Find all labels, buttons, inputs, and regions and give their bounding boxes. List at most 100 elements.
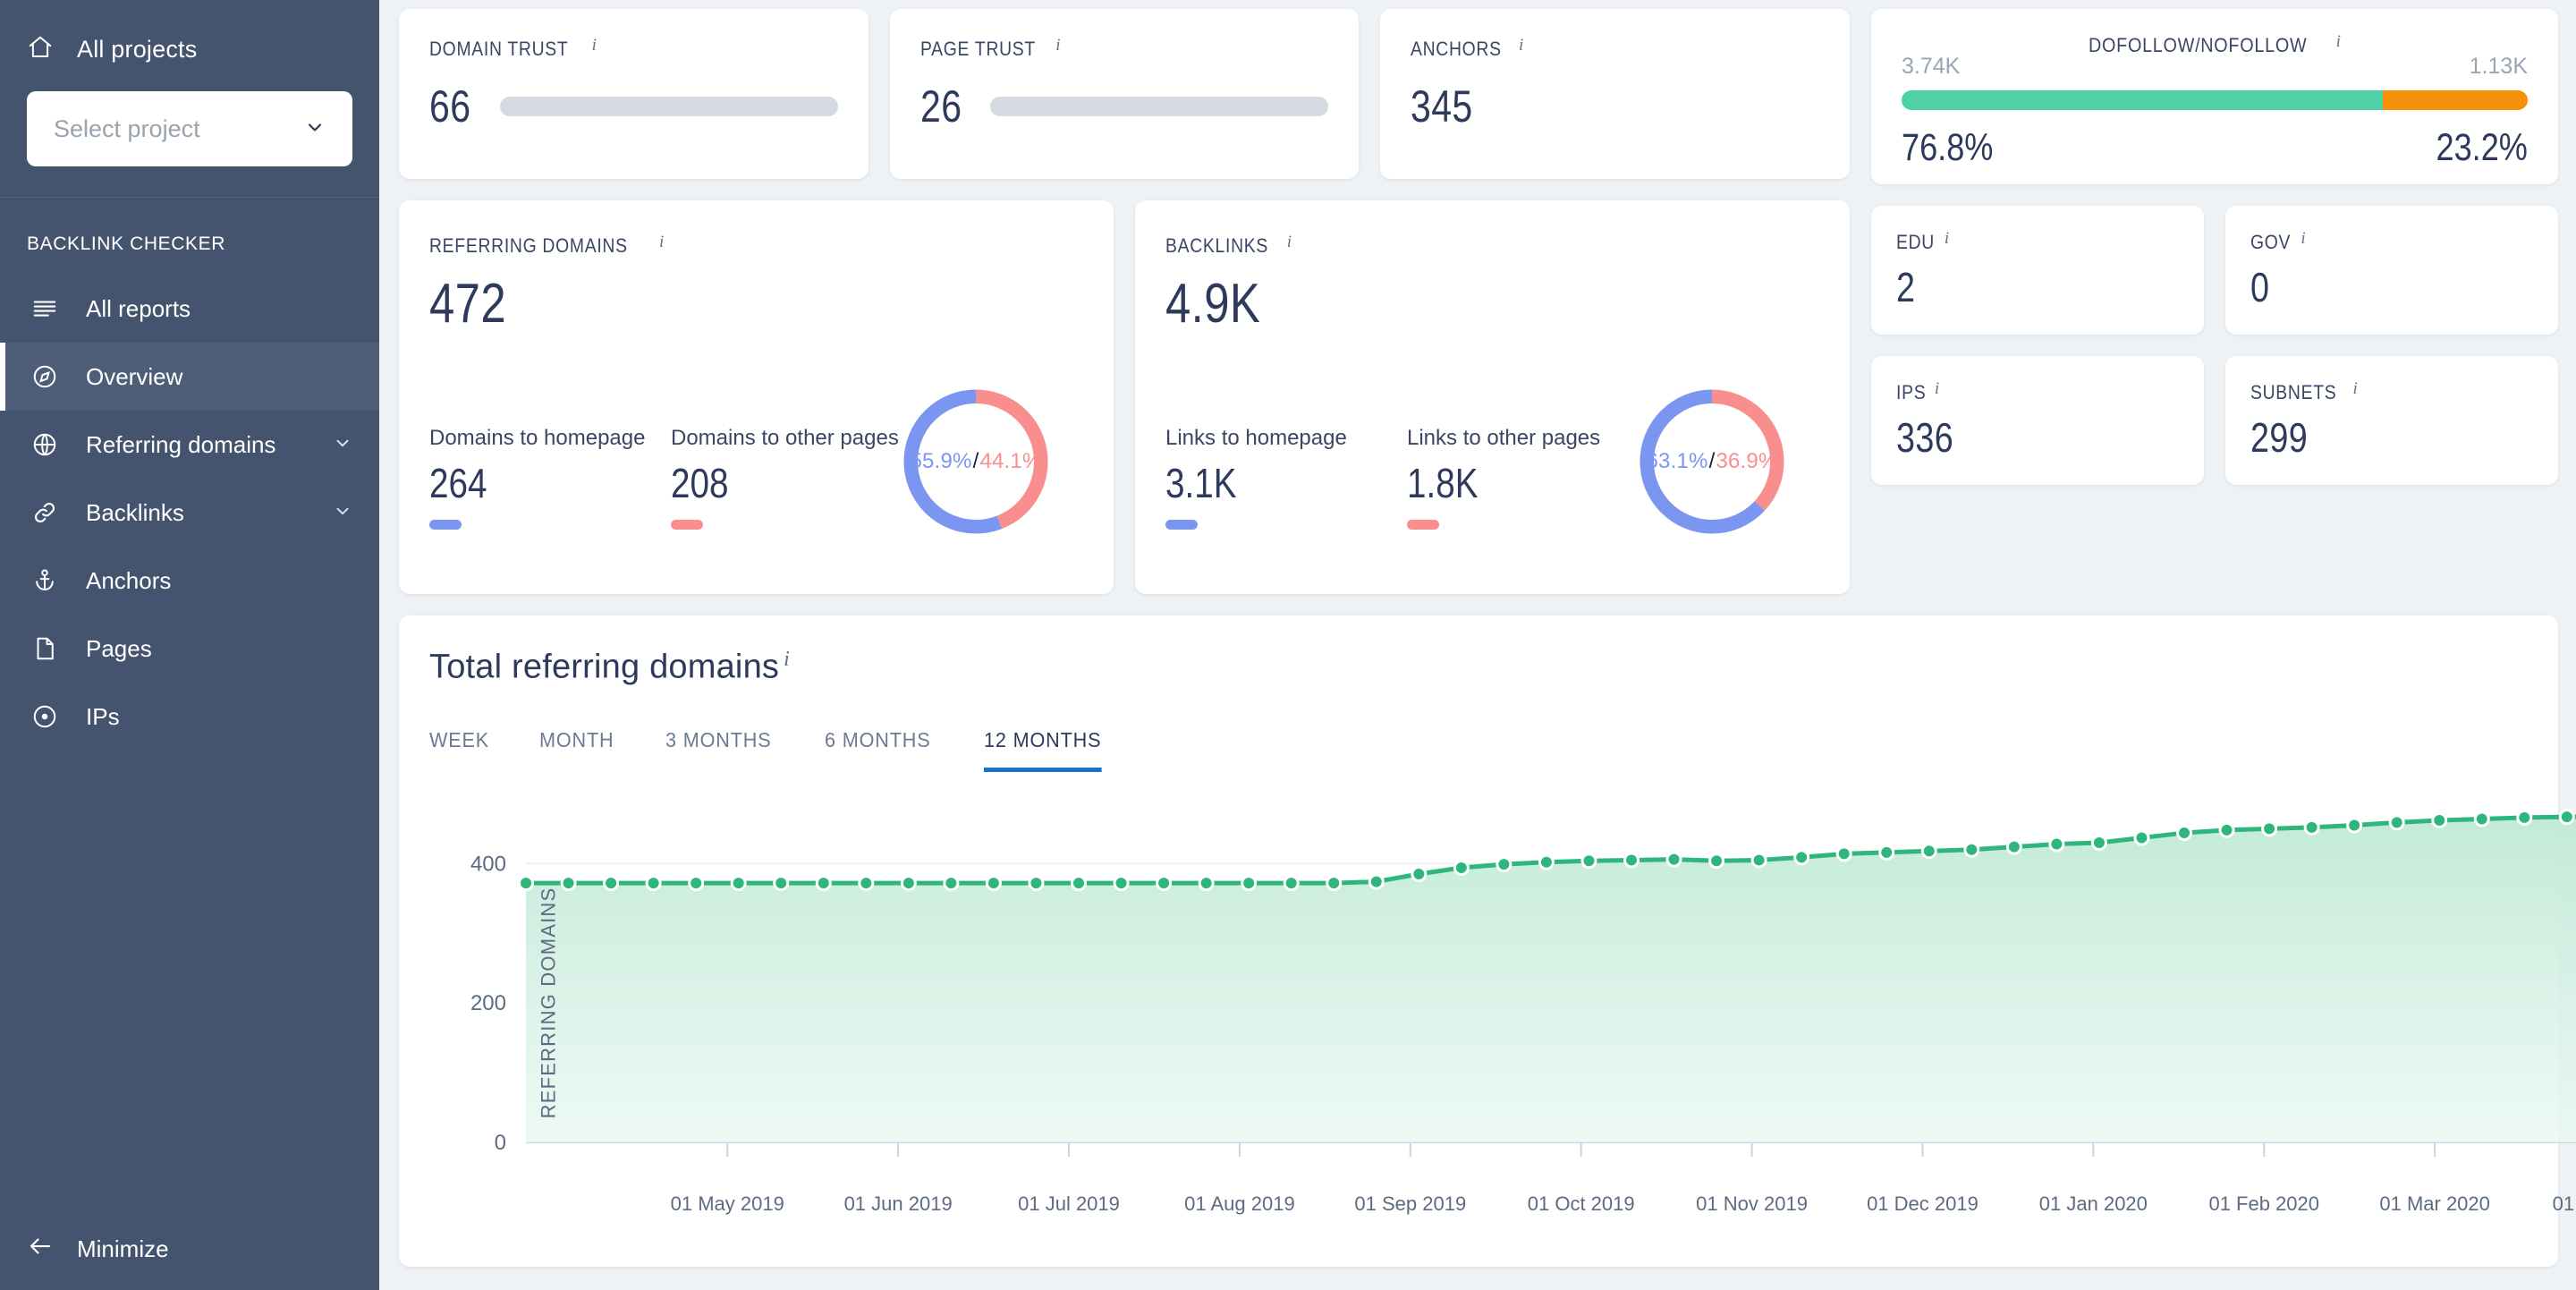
x-axis-tick: 01 Oct 2019 bbox=[1527, 1192, 1635, 1215]
legend-dash-secondary bbox=[1407, 520, 1439, 530]
links-to-other-pages-block: Links to other pages 1.8K bbox=[1407, 395, 1648, 530]
x-axis-tick: 01 Nov 2019 bbox=[1696, 1192, 1808, 1215]
backlinks-card: BACKLINKS i 4.9K Links to homepage 3.1K L… bbox=[1135, 200, 1850, 594]
tab-6-months[interactable]: 6 MONTHS bbox=[825, 728, 930, 772]
page-trust-label-wrap: PAGE TRUST i bbox=[920, 36, 1329, 61]
list-icon bbox=[27, 295, 63, 322]
anchor-icon bbox=[27, 567, 63, 594]
legend-dash-primary bbox=[429, 520, 462, 530]
anchors-label-wrap: ANCHORS i bbox=[1411, 36, 1819, 61]
x-axis-tick: 01 Jan 2020 bbox=[2038, 1192, 2148, 1215]
all-projects-link[interactable]: All projects bbox=[0, 0, 379, 82]
info-icon[interactable]: i bbox=[1519, 36, 1523, 55]
info-icon[interactable]: i bbox=[1935, 379, 1939, 398]
domains-to-other-pages-block: Domains to other pages 208 bbox=[671, 395, 912, 530]
dofollow-nofollow-card: DOFOLLOW/NOFOLLOW i 3.74K 1.13K 76.8% 23.… bbox=[1871, 9, 2558, 184]
card-label: GOV bbox=[2250, 231, 2292, 254]
sidebar-item-pages[interactable]: Pages bbox=[0, 615, 379, 683]
card-label: DOMAIN TRUST bbox=[429, 38, 569, 61]
tab-12-months[interactable]: 12 MONTHS bbox=[984, 728, 1102, 772]
domain-trust-bar-row: 66 bbox=[429, 81, 838, 132]
nofollow-count: 1.13K bbox=[2469, 54, 2528, 80]
info-icon[interactable]: i bbox=[659, 233, 664, 251]
links-to-homepage-label: Links to homepage bbox=[1165, 425, 1347, 450]
backlinks-donut: 63.1%/36.9% bbox=[1626, 376, 1798, 547]
project-select-wrapper: Select project bbox=[0, 82, 379, 197]
top-grid: DOMAIN TRUST i 66 PAGE TRUST i 26 ANCHOR… bbox=[399, 9, 2558, 594]
domains-to-homepage-label: Domains to homepage bbox=[429, 425, 646, 450]
sidebar-item-ips[interactable]: IPs bbox=[0, 683, 379, 751]
sidebar-item-label: Pages bbox=[86, 634, 152, 662]
card-label: REFERRING DOMAINS bbox=[429, 234, 628, 258]
x-axis-tick-labels: 01 May 2019 01 Jun 2019 01 Jul 2019 01 Aug … bbox=[526, 1192, 2576, 1228]
info-icon[interactable]: i bbox=[592, 36, 597, 55]
anchors-value: 345 bbox=[1411, 81, 1473, 132]
y-axis-tick: 200 bbox=[470, 991, 506, 1015]
y-axis-tick: 0 bbox=[495, 1131, 506, 1155]
card-label: BACKLINKS bbox=[1165, 234, 1269, 258]
info-icon[interactable]: i bbox=[784, 648, 790, 671]
dofollow-bar bbox=[1902, 90, 2528, 111]
minimize-button[interactable]: Minimize bbox=[0, 1208, 379, 1290]
sidebar-item-label: All reports bbox=[86, 294, 191, 322]
info-icon[interactable]: i bbox=[1945, 229, 1949, 248]
tab-month[interactable]: MONTH bbox=[539, 728, 614, 772]
info-icon[interactable]: i bbox=[1287, 233, 1292, 251]
sidebar-item-overview[interactable]: Overview bbox=[0, 343, 379, 411]
dofollow-percent: 76.8% bbox=[1902, 126, 1994, 170]
sidebar-item-backlinks[interactable]: Backlinks bbox=[0, 479, 379, 547]
subnets-card: SUBNETS i 299 bbox=[2225, 356, 2558, 485]
compass-icon bbox=[27, 363, 63, 390]
info-icon[interactable]: i bbox=[2353, 379, 2358, 398]
links-to-other-pages-label: Links to other pages bbox=[1407, 425, 1601, 450]
page-trust-bar-track bbox=[990, 97, 1329, 117]
referring-domains-label-wrap: REFERRING DOMAINS i bbox=[429, 233, 1083, 258]
sidebar-item-referring-domains[interactable]: Referring domains bbox=[0, 411, 379, 479]
sidebar-item-anchors[interactable]: Anchors bbox=[0, 547, 379, 615]
edu-card: EDU i 2 bbox=[1871, 206, 2204, 335]
chevron-down-icon bbox=[333, 499, 352, 527]
legend-dash-primary bbox=[1165, 520, 1198, 530]
y-axis-tick: 400 bbox=[470, 852, 506, 876]
x-axis-tick: 01 May 2019 bbox=[670, 1192, 784, 1215]
target-icon bbox=[27, 703, 63, 730]
backlinks-label-wrap: BACKLINKS i bbox=[1165, 233, 1819, 258]
nofollow-percent: 23.2% bbox=[2436, 126, 2528, 170]
tab-week[interactable]: WEEK bbox=[429, 728, 489, 772]
edu-value: 2 bbox=[1896, 264, 1916, 311]
dofollow-counts: 3.74K 1.13K bbox=[1902, 54, 2528, 80]
file-icon bbox=[27, 635, 63, 662]
donut-label: 55.9%/44.1% bbox=[910, 449, 1042, 473]
project-select[interactable]: Select project bbox=[27, 91, 352, 166]
links-to-homepage-block: Links to homepage 3.1K bbox=[1165, 395, 1398, 530]
x-axis-tick: 01 Aug 2019 bbox=[1184, 1192, 1295, 1215]
metric-cards-row: DOMAIN TRUST i 66 PAGE TRUST i 26 ANCHOR… bbox=[399, 9, 1851, 179]
card-label: IPS bbox=[1896, 381, 1927, 404]
arrow-left-icon bbox=[27, 1233, 54, 1266]
domains-to-other-pages-value: 208 bbox=[671, 460, 729, 507]
chevron-down-icon bbox=[333, 431, 352, 459]
donut-secondary-pct: 44.1% bbox=[979, 449, 1042, 473]
info-icon[interactable]: i bbox=[2336, 32, 2341, 51]
x-axis-tick: 01 Mar 2020 bbox=[2379, 1192, 2490, 1215]
card-label: DOFOLLOW/NOFOLLOW bbox=[2089, 34, 2308, 57]
dofollow-percents: 76.8% 23.2% bbox=[1902, 126, 2528, 170]
gov-value: 0 bbox=[2250, 264, 2270, 311]
ips-value: 336 bbox=[1896, 414, 1954, 462]
tab-3-months[interactable]: 3 MONTHS bbox=[665, 728, 771, 772]
home-icon bbox=[27, 34, 54, 65]
info-icon[interactable]: i bbox=[2301, 229, 2305, 248]
links-to-homepage-value: 3.1K bbox=[1165, 460, 1237, 507]
globe-icon bbox=[27, 431, 63, 458]
info-icon[interactable]: i bbox=[1055, 36, 1060, 55]
right-column: DOFOLLOW/NOFOLLOW i 3.74K 1.13K 76.8% 23.… bbox=[1871, 9, 2558, 594]
domains-to-homepage-block: Domains to homepage 264 bbox=[429, 395, 662, 530]
card-label: EDU bbox=[1896, 231, 1935, 254]
anchors-value-wrap: 345 bbox=[1411, 81, 1819, 132]
minimize-label: Minimize bbox=[77, 1235, 169, 1262]
gov-label-wrap: GOV i bbox=[2250, 229, 2533, 254]
period-tabs: WEEK MONTH 3 MONTHS 6 MONTHS 12 MONTHS bbox=[429, 728, 2528, 772]
link-icon bbox=[27, 499, 63, 526]
sidebar-item-all-reports[interactable]: All reports bbox=[0, 275, 379, 343]
domain-trust-value: 66 bbox=[429, 81, 471, 132]
